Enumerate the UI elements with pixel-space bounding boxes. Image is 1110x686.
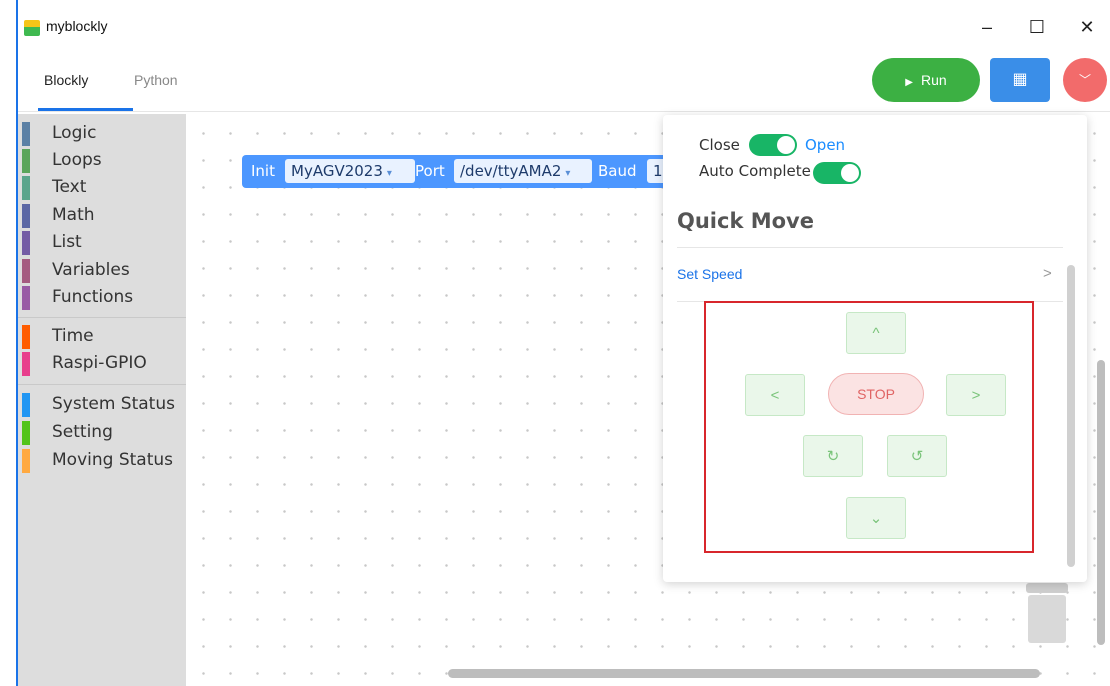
app-icon — [24, 20, 40, 36]
tab-blockly[interactable]: Blockly — [44, 72, 88, 88]
category-raspi-gpio[interactable]: Raspi-GPIO — [18, 350, 186, 376]
move-right-button[interactable]: > — [946, 374, 1006, 416]
grid-icon: ▦ — [1012, 71, 1028, 88]
category-variables[interactable]: Variables — [18, 257, 186, 283]
header-divider — [18, 111, 1110, 112]
editor-tabs: Blockly Python — [18, 50, 218, 112]
toolbox-sidebar: Logic Loops Text Math List Variables Fun… — [18, 114, 186, 686]
chevron-down-icon: ⌄ — [869, 510, 883, 527]
block-init-label: Init — [251, 162, 275, 180]
category-color — [22, 204, 30, 228]
workspace-horizontal-scrollbar[interactable] — [448, 669, 1040, 678]
workspace-vertical-scrollbar[interactable] — [1097, 360, 1105, 645]
rotate-clockwise-icon: ↻ — [826, 448, 840, 465]
chevron-right-icon[interactable]: > — [1043, 265, 1052, 282]
run-button-label: Run — [921, 72, 947, 88]
move-backward-button[interactable]: ⌄ — [846, 497, 906, 539]
close-window-button[interactable]: ✕ — [1072, 12, 1102, 42]
category-label: Setting — [52, 422, 113, 442]
open-label: Open — [805, 136, 846, 154]
category-label: Math — [52, 205, 95, 225]
block-port-label: Port — [415, 162, 445, 180]
category-text[interactable]: Text — [18, 174, 186, 200]
trash-lid — [1026, 583, 1068, 593]
toggle-knob — [841, 164, 859, 182]
dropdown-arrow-icon: ▾ — [565, 168, 571, 179]
panel-scrollbar[interactable] — [1067, 265, 1075, 567]
agv-dropdown[interactable]: MyAGV2023 ▾ — [285, 159, 415, 183]
category-label: Moving Status — [52, 450, 173, 470]
trash-body — [1028, 595, 1066, 643]
panel-divider — [677, 247, 1063, 248]
play-icon: ▶ — [905, 77, 913, 88]
category-color — [22, 149, 30, 173]
category-color — [22, 352, 30, 376]
close-label: Close — [699, 136, 740, 154]
window-title: myblockly — [46, 18, 108, 34]
category-color — [22, 259, 30, 283]
category-list[interactable]: List — [18, 229, 186, 255]
port-dropdown[interactable]: /dev/ttyAMA2 ▾ — [454, 159, 592, 183]
category-label: Text — [52, 177, 87, 197]
connection-toggle[interactable] — [749, 134, 797, 156]
run-button[interactable]: ▶ Run — [872, 58, 980, 102]
category-system-status[interactable]: System Status — [18, 391, 186, 417]
category-logic[interactable]: Logic — [18, 120, 186, 146]
category-label: Raspi-GPIO — [52, 353, 147, 373]
category-color — [22, 122, 30, 146]
chevron-up-icon: ^ — [872, 325, 880, 342]
rotate-clockwise-button[interactable]: ↻ — [803, 435, 863, 477]
minimize-button[interactable]: – — [972, 12, 1002, 42]
init-block[interactable]: Init MyAGV2023 ▾ Port /dev/ttyAMA2 ▾ Baud … — [242, 155, 682, 188]
port-value: /dev/ttyAMA2 — [460, 162, 562, 180]
agv-value: MyAGV2023 — [291, 162, 383, 180]
chevron-down-icon: ﹀ — [1078, 73, 1091, 87]
title-bar — [18, 0, 1110, 50]
category-label: System Status — [52, 394, 175, 414]
block-baud-label: Baud — [598, 162, 637, 180]
category-time[interactable]: Time — [18, 323, 186, 349]
stop-button[interactable]: STOP — [828, 373, 924, 415]
category-label: List — [52, 232, 82, 252]
category-color — [22, 286, 30, 310]
baud-value: 1 — [653, 162, 663, 180]
category-label: Variables — [52, 260, 130, 280]
category-color — [22, 176, 30, 200]
move-left-button[interactable]: < — [745, 374, 805, 416]
chevron-right-icon: > — [971, 387, 981, 404]
grid-button[interactable]: ▦ — [990, 58, 1050, 102]
category-math[interactable]: Math — [18, 202, 186, 228]
toggle-knob — [777, 136, 795, 154]
auto-complete-label: Auto Complete — [699, 162, 811, 180]
dropdown-menu-button[interactable]: ﹀ — [1063, 58, 1107, 102]
category-moving-status[interactable]: Moving Status — [18, 447, 186, 473]
move-forward-button[interactable]: ^ — [846, 312, 906, 354]
tab-python[interactable]: Python — [134, 72, 178, 88]
category-color — [22, 449, 30, 473]
auto-complete-toggle[interactable] — [813, 162, 861, 184]
chevron-left-icon: < — [770, 387, 780, 404]
category-color — [22, 231, 30, 255]
category-label: Functions — [52, 287, 134, 307]
set-speed-item[interactable]: Set Speed — [677, 266, 742, 282]
panel-title: Quick Move — [677, 209, 814, 233]
category-color — [22, 393, 30, 417]
category-loops[interactable]: Loops — [18, 147, 186, 173]
desktop-edge — [0, 0, 16, 686]
rotate-counterclockwise-button[interactable]: ↺ — [887, 435, 947, 477]
category-color — [22, 421, 30, 445]
trash-can-icon[interactable] — [1026, 583, 1068, 643]
category-separator — [18, 317, 186, 318]
rotate-counterclockwise-icon: ↺ — [910, 448, 924, 465]
category-functions[interactable]: Functions — [18, 284, 186, 310]
category-separator — [18, 384, 186, 385]
category-setting[interactable]: Setting — [18, 419, 186, 445]
category-label: Loops — [52, 150, 102, 170]
category-color — [22, 325, 30, 349]
category-label: Time — [52, 326, 94, 346]
maximize-button[interactable]: ☐ — [1022, 12, 1052, 42]
dropdown-arrow-icon: ▾ — [386, 168, 392, 179]
category-label: Logic — [52, 123, 97, 143]
